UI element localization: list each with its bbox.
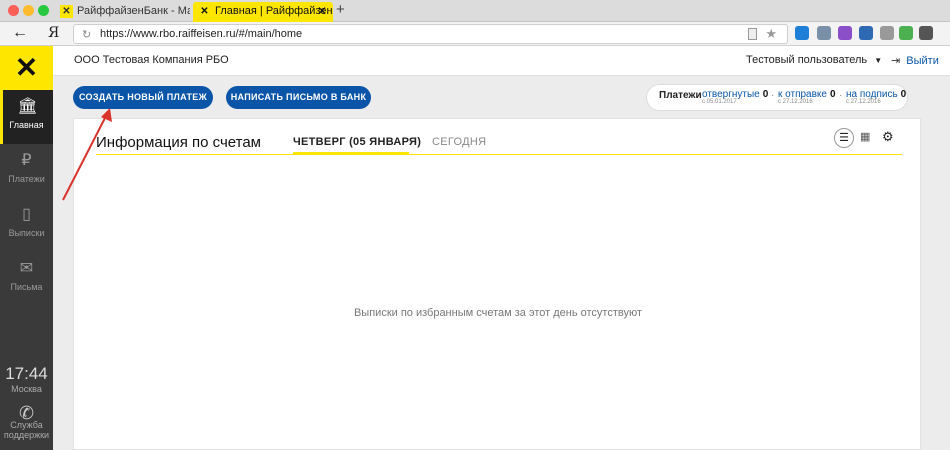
annotation-arrow-icon: [62, 108, 112, 201]
